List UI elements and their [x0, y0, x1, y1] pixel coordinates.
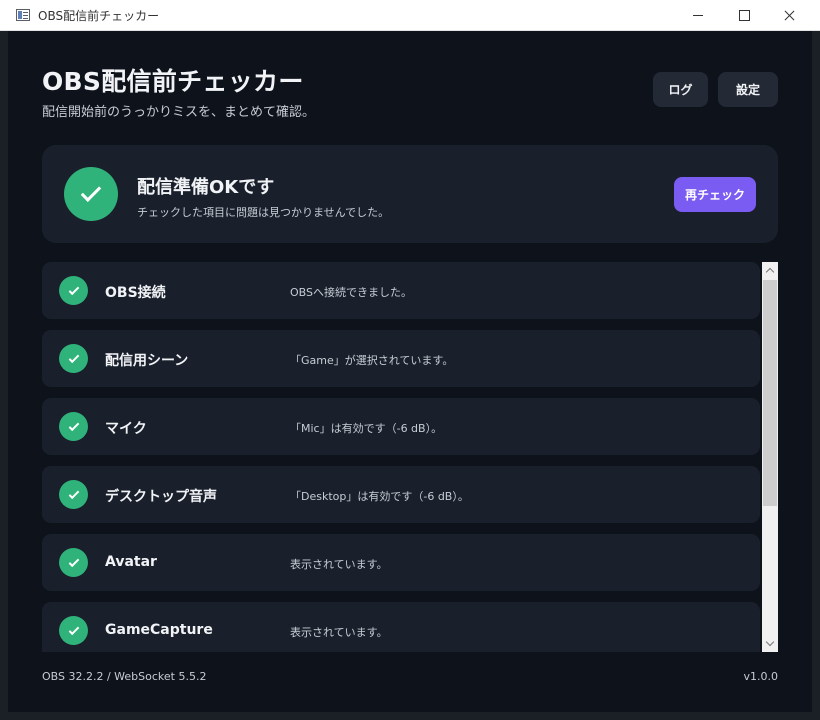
- check-row-obs-connection: OBS接続 OBSへ接続できました。: [42, 262, 760, 319]
- check-message: 「Desktop」は有効です（-6 dB）。: [290, 490, 469, 503]
- check-row-desktop-audio: デスクトップ音声 「Desktop」は有効です（-6 dB）。: [42, 466, 760, 523]
- check-name: OBS接続: [105, 285, 166, 301]
- check-circle-icon: [59, 480, 88, 509]
- window-title: OBS配信前チェッカー: [38, 9, 160, 23]
- status-card: 配信準備OKです チェックした項目に問題は見つかりませんでした。 再チェック: [42, 145, 778, 243]
- check-message: 表示されています。: [290, 626, 388, 639]
- check-circle-icon: [64, 167, 118, 221]
- recheck-button[interactable]: 再チェック: [674, 177, 756, 212]
- window-titlebar: OBS配信前チェッカー: [0, 0, 820, 31]
- check-message: 「Game」が選択されています。: [290, 354, 454, 367]
- check-name: Avatar: [105, 554, 157, 570]
- status-message: チェックした項目に問題は見つかりませんでした。: [137, 206, 390, 219]
- check-circle-icon: [59, 548, 88, 577]
- check-row-avatar: Avatar 表示されています。: [42, 534, 760, 591]
- checkmark-icon: [68, 283, 79, 295]
- check-name: GameCapture: [105, 622, 213, 638]
- checkmark-icon: [68, 487, 79, 499]
- app-window-icon: [16, 9, 30, 21]
- checkmark-icon: [68, 623, 79, 635]
- check-message: OBSへ接続できました。: [290, 286, 412, 299]
- checkmark-icon: [68, 351, 79, 363]
- log-button[interactable]: ログ: [653, 72, 708, 107]
- check-circle-icon: [59, 276, 88, 305]
- status-title: 配信準備OKです: [137, 177, 275, 198]
- check-circle-icon: [59, 616, 88, 645]
- checkmark-icon: [68, 419, 79, 431]
- scroll-down-arrow-icon[interactable]: [762, 636, 778, 652]
- check-list[interactable]: OBS接続 OBSへ接続できました。 配信用シーン 「Game」が選択されていま…: [42, 262, 762, 652]
- close-button[interactable]: [767, 0, 813, 31]
- check-row-stream-scene: 配信用シーン 「Game」が選択されています。: [42, 330, 760, 387]
- app-body: OBS配信前チェッカー 配信開始前のうっかりミスを、まとめて確認。 ログ 設定 …: [8, 31, 812, 712]
- page-title: OBS配信前チェッカー: [42, 67, 304, 96]
- check-circle-icon: [59, 344, 88, 373]
- check-row-game-capture: GameCapture 表示されています。: [42, 602, 760, 652]
- check-message: 表示されています。: [290, 558, 388, 571]
- scroll-thumb[interactable]: [763, 280, 777, 506]
- checkmark-icon: [80, 181, 102, 202]
- check-name: 配信用シーン: [105, 353, 189, 369]
- check-message: 「Mic」は有効です（-6 dB）。: [290, 422, 443, 435]
- maximize-button[interactable]: [721, 0, 767, 31]
- check-name: デスクトップ音声: [105, 489, 217, 505]
- minimize-button[interactable]: [675, 0, 721, 31]
- app-version: v1.0.0: [743, 670, 779, 683]
- settings-button[interactable]: 設定: [718, 72, 778, 107]
- check-circle-icon: [59, 412, 88, 441]
- page-subtitle: 配信開始前のうっかりミスを、まとめて確認。: [42, 105, 316, 120]
- scroll-up-arrow-icon[interactable]: [762, 262, 778, 278]
- check-list-scrollbar[interactable]: [762, 262, 778, 652]
- check-row-mic: マイク 「Mic」は有効です（-6 dB）。: [42, 398, 760, 455]
- version-info: OBS 32.2.2 / WebSocket 5.5.2: [42, 670, 207, 683]
- check-name: マイク: [105, 421, 147, 437]
- checkmark-icon: [68, 555, 79, 567]
